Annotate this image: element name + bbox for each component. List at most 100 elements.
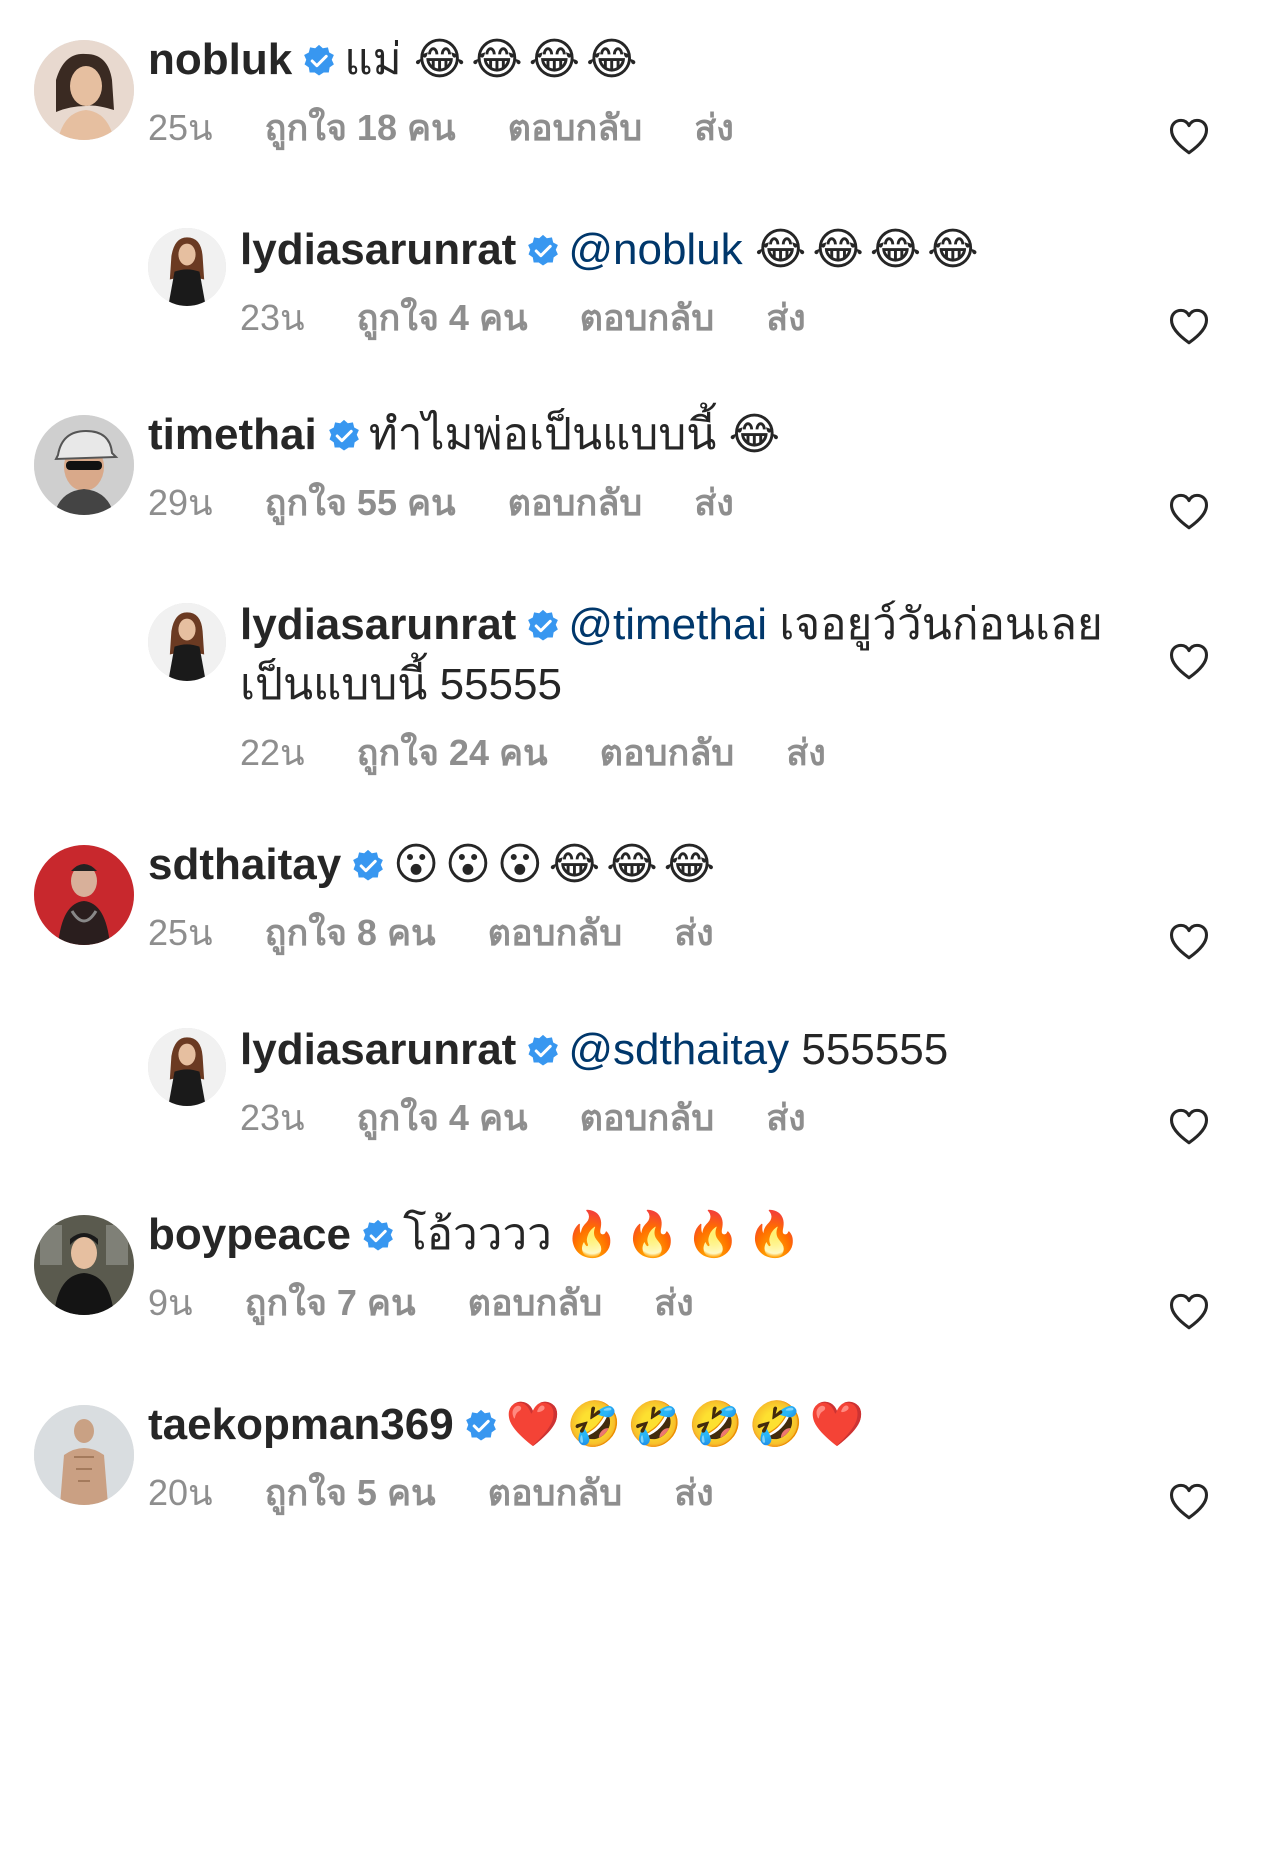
comment-emojis: 😮😮😮😂😂😂 [393, 839, 722, 890]
verified-badge-icon [526, 1034, 560, 1068]
comment-body: timethai ทำไมพ่อเป็นแบบนี้ 😂 29น ถูกใจ 55 … [148, 405, 1140, 525]
comment-time: 20น [148, 1472, 213, 1513]
comment-emojis: 🔥🔥🔥🔥 [564, 1209, 808, 1260]
likes-count[interactable]: ถูกใจ 55 คน [265, 482, 456, 523]
comment-meta: 23น ถูกใจ 4 คน ตอบกลับ ส่ง [240, 296, 1140, 340]
reply-button[interactable]: ตอบกลับ [580, 1097, 715, 1138]
verified-badge-icon [302, 44, 336, 78]
comment-text: โอ้วววว [402, 1210, 552, 1259]
comment-meta: 23น ถูกใจ 4 คน ตอบกลับ ส่ง [240, 1096, 1140, 1140]
reply-button[interactable]: ตอบกลับ [488, 912, 623, 953]
avatar[interactable] [148, 228, 226, 306]
comment: timethai ทำไมพ่อเป็นแบบนี้ 😂 29น ถูกใจ 55 … [0, 405, 1280, 565]
comment-meta: 25น ถูกใจ 8 คน ตอบกลับ ส่ง [148, 911, 1140, 955]
comment: sdthaitay 😮😮😮😂😂😂 25น ถูกใจ 8 คน ตอบกลับ ส่ง [0, 835, 1280, 995]
send-button[interactable]: ส่ง [766, 297, 806, 338]
comment-text-line: lydiasarunrat @sdthaitay 555555 [240, 1020, 1140, 1080]
avatar[interactable] [34, 1215, 134, 1315]
like-heart-icon[interactable] [1168, 1481, 1210, 1523]
comment-text-line: boypeace โอ้วววว 🔥🔥🔥🔥 [148, 1205, 1140, 1265]
comment-time: 25น [148, 107, 213, 148]
username[interactable]: lydiasarunrat [240, 600, 516, 649]
comment-meta: 9น ถูกใจ 7 คน ตอบกลับ ส่ง [148, 1281, 1140, 1325]
username[interactable]: taekopman369 [148, 1400, 454, 1449]
avatar[interactable] [34, 845, 134, 945]
avatar[interactable] [34, 415, 134, 515]
comment-text-line: lydiasarunrat @timethai เจอยูว์วันก่อนเล… [240, 595, 1140, 715]
reply-button[interactable]: ตอบกลับ [508, 107, 643, 148]
reply-comment: lydiasarunrat @nobluk 😂😂😂😂 23น ถูกใจ 4 คน ต… [0, 220, 1280, 380]
like-heart-icon[interactable] [1168, 921, 1210, 963]
avatar[interactable] [34, 1405, 134, 1505]
reply-button[interactable]: ตอบกลับ [468, 1282, 603, 1323]
username[interactable]: lydiasarunrat [240, 1025, 516, 1074]
verified-badge-icon [327, 419, 361, 453]
comment-time: 29น [148, 482, 213, 523]
comment-meta: 29น ถูกใจ 55 คน ตอบกลับ ส่ง [148, 481, 1140, 525]
username[interactable]: boypeace [148, 1210, 351, 1259]
comment-body: lydiasarunrat @sdthaitay 555555 23น ถูกใจ… [240, 1020, 1140, 1140]
verified-badge-icon [351, 849, 385, 883]
comment-text-line: timethai ทำไมพ่อเป็นแบบนี้ 😂 [148, 405, 1140, 465]
comment-body: nobluk แม่ 😂😂😂😂 25น ถูกใจ 18 คน ตอบกลับ ส่ง [148, 30, 1140, 150]
reply-comment: lydiasarunrat @timethai เจอยูว์วันก่อนเล… [0, 595, 1280, 805]
avatar[interactable] [148, 1028, 226, 1106]
like-heart-icon[interactable] [1168, 1106, 1210, 1148]
send-button[interactable]: ส่ง [654, 1282, 694, 1323]
mention-link[interactable]: @timethai [568, 600, 767, 649]
like-heart-icon[interactable] [1168, 491, 1210, 533]
like-heart-icon[interactable] [1168, 116, 1210, 158]
mention-link[interactable]: @nobluk [568, 225, 742, 274]
send-button[interactable]: ส่ง [766, 1097, 806, 1138]
reply-button[interactable]: ตอบกลับ [488, 1472, 623, 1513]
comment-list: nobluk แม่ 😂😂😂😂 25น ถูกใจ 18 คน ตอบกลับ ส่ง … [0, 0, 1280, 1867]
comment-meta: 25น ถูกใจ 18 คน ตอบกลับ ส่ง [148, 106, 1140, 150]
comment-emojis: 😂 [728, 409, 786, 460]
avatar[interactable] [148, 603, 226, 681]
comment-body: sdthaitay 😮😮😮😂😂😂 25น ถูกใจ 8 คน ตอบกลับ ส่ง [148, 835, 1140, 955]
mention-link[interactable]: @sdthaitay [568, 1025, 789, 1074]
username[interactable]: nobluk [148, 35, 292, 84]
username[interactable]: lydiasarunrat [240, 225, 516, 274]
username[interactable]: timethai [148, 410, 317, 459]
comment: boypeace โอ้วววว 🔥🔥🔥🔥 9น ถูกใจ 7 คน ตอบกลับ… [0, 1205, 1280, 1365]
comment-time: 23น [240, 1097, 305, 1138]
comment-time: 23น [240, 297, 305, 338]
verified-badge-icon [526, 609, 560, 643]
comment-emojis: 😂😂😂😂 [413, 34, 644, 85]
avatar[interactable] [34, 40, 134, 140]
likes-count[interactable]: ถูกใจ 18 คน [265, 107, 456, 148]
likes-count[interactable]: ถูกใจ 8 คน [265, 912, 436, 953]
likes-count[interactable]: ถูกใจ 5 คน [265, 1472, 436, 1513]
reply-button[interactable]: ตอบกลับ [580, 297, 715, 338]
send-button[interactable]: ส่ง [694, 482, 734, 523]
verified-badge-icon [464, 1409, 498, 1443]
verified-badge-icon [361, 1219, 395, 1253]
likes-count[interactable]: ถูกใจ 4 คน [357, 297, 528, 338]
likes-count[interactable]: ถูกใจ 4 คน [357, 1097, 528, 1138]
reply-button[interactable]: ตอบกลับ [508, 482, 643, 523]
send-button[interactable]: ส่ง [674, 912, 714, 953]
likes-count[interactable]: ถูกใจ 24 คน [357, 732, 548, 773]
send-button[interactable]: ส่ง [674, 1472, 714, 1513]
like-heart-icon[interactable] [1168, 306, 1210, 348]
reply-button[interactable]: ตอบกลับ [600, 732, 735, 773]
likes-count[interactable]: ถูกใจ 7 คน [245, 1282, 416, 1323]
username[interactable]: sdthaitay [148, 840, 341, 889]
like-heart-icon[interactable] [1168, 641, 1210, 683]
comment-time: 25น [148, 912, 213, 953]
verified-badge-icon [526, 234, 560, 268]
comment-text: แม่ [344, 35, 402, 84]
comment: taekopman369 ❤️🤣🤣🤣🤣❤️ 20น ถูกใจ 5 คน ตอบกลั… [0, 1395, 1280, 1555]
comment-body: boypeace โอ้วววว 🔥🔥🔥🔥 9น ถูกใจ 7 คน ตอบกลับ… [148, 1205, 1140, 1325]
send-button[interactable]: ส่ง [786, 732, 826, 773]
comment-emojis: ❤️🤣🤣🤣🤣❤️ [505, 1399, 871, 1450]
like-heart-icon[interactable] [1168, 1291, 1210, 1333]
comment-text-line: lydiasarunrat @nobluk 😂😂😂😂 [240, 220, 1140, 280]
comment: nobluk แม่ 😂😂😂😂 25น ถูกใจ 18 คน ตอบกลับ ส่ง [0, 30, 1280, 190]
comment-body: lydiasarunrat @timethai เจอยูว์วันก่อนเล… [240, 595, 1140, 775]
comment-emojis: 😂😂😂😂 [754, 224, 985, 275]
comment-meta: 22น ถูกใจ 24 คน ตอบกลับ ส่ง [240, 731, 1140, 775]
comment-time: 22น [240, 732, 305, 773]
send-button[interactable]: ส่ง [694, 107, 734, 148]
